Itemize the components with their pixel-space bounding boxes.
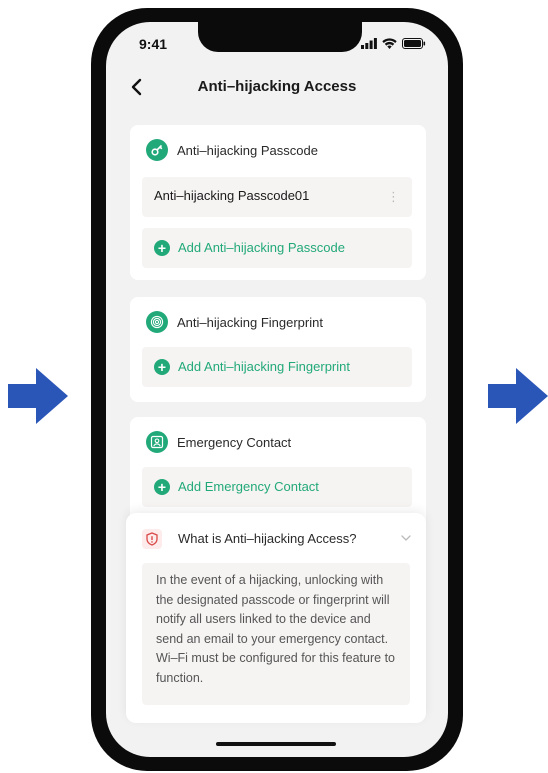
fingerprint-card: Anti–hijacking Fingerprint + Add Anti–hi… bbox=[130, 297, 426, 402]
battery-icon bbox=[402, 38, 426, 49]
add-emergency-contact-button[interactable]: + Add Emergency Contact bbox=[142, 467, 412, 507]
signal-icon bbox=[361, 38, 377, 49]
add-passcode-button[interactable]: + Add Anti–hijacking Passcode bbox=[142, 228, 412, 268]
info-panel-body: In the event of a hijacking, unlocking w… bbox=[142, 563, 410, 705]
contact-icon bbox=[146, 431, 168, 453]
add-fingerprint-label: Add Anti–hijacking Fingerprint bbox=[178, 359, 350, 374]
home-indicator bbox=[216, 742, 336, 746]
passcode-item-label: Anti–hijacking Passcode01 bbox=[154, 188, 310, 203]
more-options-icon[interactable]: ⋮ bbox=[387, 188, 400, 206]
plus-icon: + bbox=[154, 240, 170, 256]
add-emergency-contact-label: Add Emergency Contact bbox=[178, 479, 319, 494]
passcode-card-header: Anti–hijacking Passcode bbox=[146, 139, 318, 161]
passcode-card: Anti–hijacking Passcode Anti–hijacking P… bbox=[130, 125, 426, 280]
nav-bar: Anti–hijacking Access bbox=[106, 70, 448, 104]
add-fingerprint-button[interactable]: + Add Anti–hijacking Fingerprint bbox=[142, 347, 412, 387]
status-time: 9:41 bbox=[139, 36, 168, 52]
page-title: Anti–hijacking Access bbox=[197, 78, 357, 95]
shield-icon bbox=[142, 529, 162, 549]
emergency-contact-title: Emergency Contact bbox=[177, 434, 292, 450]
plus-icon: + bbox=[154, 359, 170, 375]
info-panel-title: What is Anti–hijacking Access? bbox=[178, 531, 357, 546]
fingerprint-section-title: Anti–hijacking Fingerprint bbox=[177, 314, 323, 330]
wifi-icon bbox=[382, 38, 397, 49]
status-icons bbox=[361, 38, 426, 49]
right-arrow-icon bbox=[488, 368, 548, 424]
info-panel-toggle[interactable]: What is Anti–hijacking Access? bbox=[126, 513, 426, 557]
key-icon bbox=[146, 139, 168, 161]
plus-icon: + bbox=[154, 479, 170, 495]
info-panel: What is Anti–hijacking Access? In the ev… bbox=[126, 513, 426, 723]
right-arrow-icon bbox=[8, 368, 68, 424]
notch bbox=[198, 22, 362, 52]
chevron-down-icon[interactable] bbox=[400, 532, 412, 544]
emergency-contact-card: Emergency Contact + Add Emergency Contac… bbox=[130, 417, 426, 527]
passcode-list-item[interactable]: Anti–hijacking Passcode01 ⋮ bbox=[142, 177, 412, 217]
add-passcode-label: Add Anti–hijacking Passcode bbox=[178, 240, 345, 255]
fingerprint-card-header: Anti–hijacking Fingerprint bbox=[146, 311, 323, 333]
phone-screen: 9:41 Anti–hijacking Access Anti–hijackin… bbox=[106, 22, 448, 757]
fingerprint-icon bbox=[146, 311, 168, 333]
emergency-contact-header: Emergency Contact bbox=[146, 431, 291, 453]
passcode-section-title: Anti–hijacking Passcode bbox=[177, 142, 318, 158]
